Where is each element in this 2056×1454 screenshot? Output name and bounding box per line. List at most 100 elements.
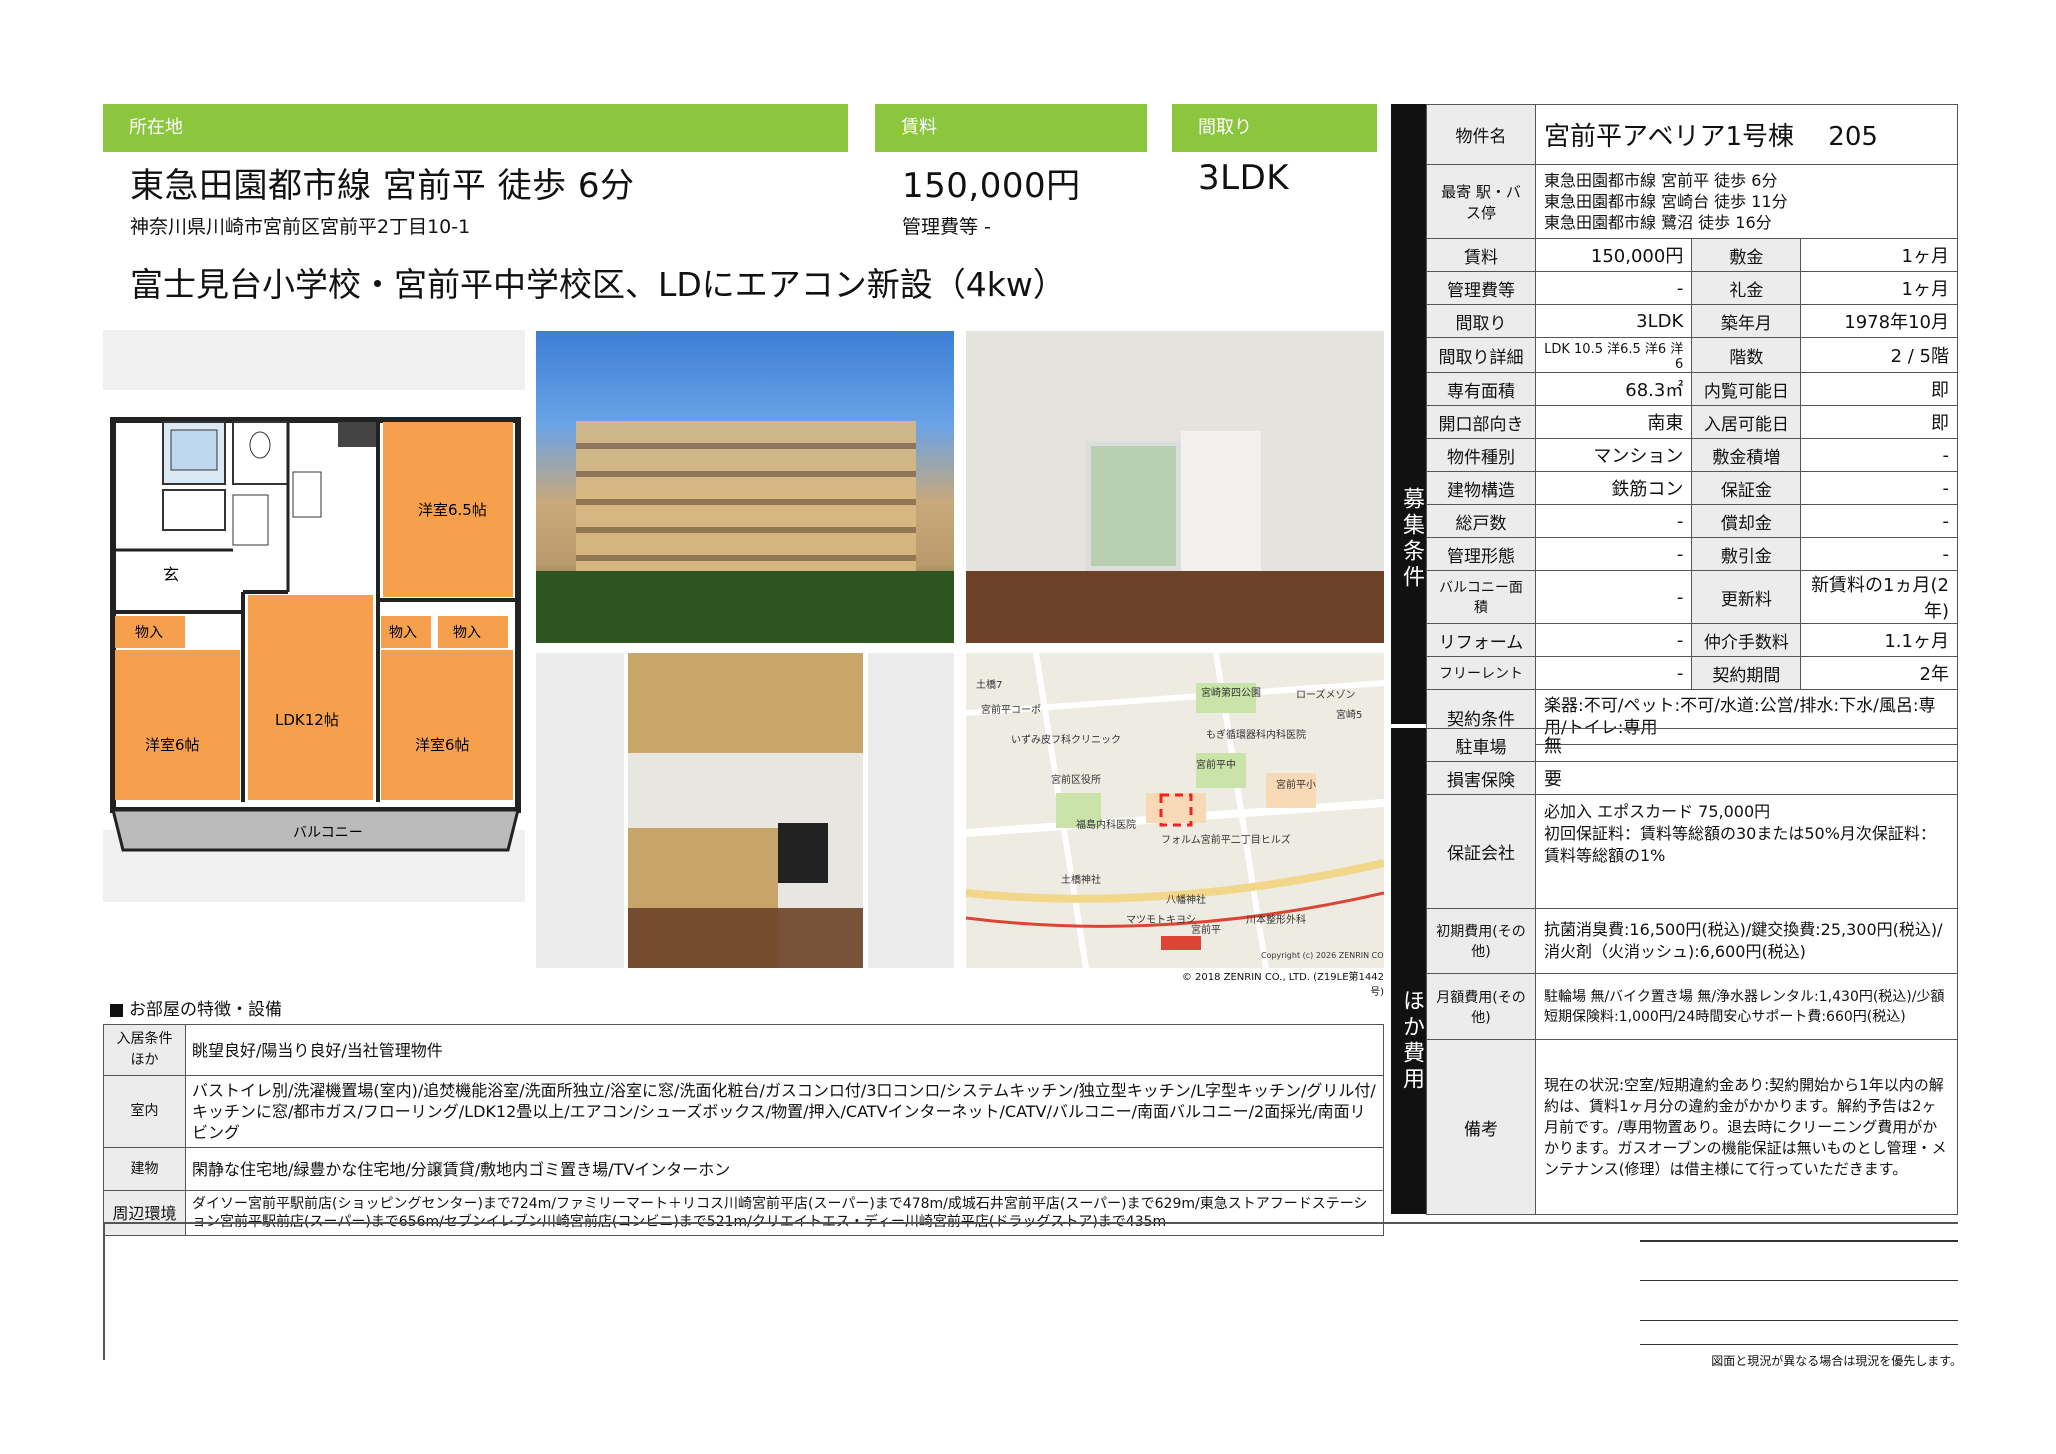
fp-room-4: 物入 — [453, 625, 481, 641]
condition-label: 開口部向き — [1426, 405, 1536, 439]
map-label: ローズメゾン — [1296, 688, 1356, 701]
table-row: 損害保険要 — [1426, 761, 1958, 795]
table-row: フリーレント - 契約期間 2年 — [1426, 656, 1958, 690]
features-value: ダイソー宮前平駅前店(ショッピングセンター)まで724m/ファミリーマート＋リコ… — [185, 1190, 1384, 1236]
fee-value: 必加入 エポスカード 75,000円 初回保証料：賃料等総額の30または50%月… — [1535, 794, 1958, 909]
fp-room-3: 物入 — [389, 625, 417, 641]
map-label: いずみ皮フ科クリニック — [1011, 733, 1121, 746]
fp-room-5: 洋室6帖 — [145, 736, 200, 754]
table-row: 建物 閑静な住宅地/緑豊かな住宅地/分譲賃貸/敷地内ゴミ置き場/TVインターホン — [103, 1147, 1384, 1191]
condition-label: 保証金 — [1691, 471, 1802, 505]
map-label: 宮前平 — [1191, 923, 1221, 936]
condition-label: 敷金 — [1691, 238, 1802, 272]
table-row: バルコニー面積 - 更新料 新賃料の1ヵ月(2年) — [1426, 570, 1958, 624]
condition-value: 1.1ヶ月 — [1800, 623, 1958, 657]
photo-spacer-left — [536, 653, 624, 968]
rent-label: 賃料 — [901, 117, 937, 138]
conditions-table: 物件名 宮前平アベリア1号棟 205 最寄 駅・バス停 東急田園都市線 宮前平 … — [1426, 104, 1958, 745]
stamp-line — [1640, 1320, 1958, 1321]
condition-label: 償却金 — [1691, 504, 1802, 538]
condition-value: マンション — [1534, 438, 1693, 472]
living-room-photo — [966, 331, 1384, 643]
condition-value: 68.3㎡ — [1534, 372, 1693, 406]
fp-room-7: 洋室6帖 — [415, 736, 470, 754]
other-side-label: ほか費用 — [1391, 728, 1426, 1214]
condition-value: - — [1534, 537, 1693, 571]
map-label: フォルム宮前平二丁目ヒルズ — [1161, 833, 1291, 846]
fee-value: 現在の状況:空室/短期違約金あり:契約開始から1年以内の解約は、賃料1ヶ月分の違… — [1535, 1039, 1958, 1215]
condition-value: 1ヶ月 — [1800, 271, 1958, 305]
table-row: 賃料 150,000円 敷金 1ヶ月 — [1426, 238, 1958, 272]
table-row: 初期費用(その他) 抗菌消臭費:16,500円(税込)/鍵交換費:25,300円(… — [1426, 908, 1958, 974]
table-row: 管理形態 - 敷引金 - — [1426, 537, 1958, 571]
fp-room-9: 玄 — [163, 565, 179, 584]
table-row: 最寄 駅・バス停 東急田園都市線 宮前平 徒歩 6分 東急田園都市線 宮崎台 徒… — [1426, 164, 1958, 239]
map-label: 宮前平コーポ — [981, 703, 1041, 716]
fee-value: 抗菌消臭費:16,500円(税込)/鍵交換費:25,300円(税込)/消火剤（火… — [1535, 908, 1958, 974]
address-text: 神奈川県川崎市宮前区宮前平2丁目10-1 — [130, 216, 471, 238]
table-row: 開口部向き 南東 入居可能日即 — [1426, 405, 1958, 439]
condition-value: 150,000円 — [1534, 238, 1693, 272]
table-row: 保証会社 必加入 エポスカード 75,000円 初回保証料：賃料等総額の30または… — [1426, 794, 1958, 909]
features-label: 周辺環境 — [103, 1190, 186, 1236]
features-heading: お部屋の特徴・設備 — [110, 995, 282, 1020]
map-label: もぎ循環器科内科医院 — [1206, 728, 1306, 741]
fee-label: 損害保険 — [1426, 761, 1536, 795]
features-value: 眺望良好/陽当り良好/当社管理物件 — [185, 1024, 1384, 1076]
condition-label: 物件種別 — [1426, 438, 1536, 472]
property-name-label: 物件名 — [1426, 104, 1536, 165]
rent-value: 150,000円 — [902, 166, 1081, 206]
table-row: 室内 バストイレ別/洗濯機置場(室内)/追焚機能浴室/洗面所独立/浴室に窓/洗面化… — [103, 1075, 1384, 1148]
condition-label: 内覧可能日 — [1691, 372, 1802, 406]
condition-label: 築年月 — [1691, 304, 1802, 338]
station-label: 最寄 駅・バス停 — [1426, 164, 1536, 239]
condition-label: 礼金 — [1691, 271, 1802, 305]
fee-label: 月額費用(その他) — [1426, 973, 1536, 1040]
features-value: 閑静な住宅地/緑豊かな住宅地/分譲賃貸/敷地内ゴミ置き場/TVインターホン — [185, 1147, 1384, 1191]
footer-note: 図面と現況が異なる場合は現況を優先します。 — [1711, 1354, 1962, 1368]
conditions-rows: 賃料 150,000円 敷金 1ヶ月 管理費等 - 礼金 1ヶ月 間取り 3LDK 築年月 1978年… — [1426, 238, 1958, 690]
condition-value: 南東 — [1534, 405, 1693, 439]
map-copyright: © 2018 ZENRIN CO., LTD. (Z19LE第1442号) — [1181, 972, 1384, 998]
square-bullet-icon — [110, 1003, 123, 1017]
condition-label: 賃料 — [1426, 238, 1536, 272]
condition-value: 即 — [1800, 405, 1958, 439]
table-row: 総戸数 - 償却金 - — [1426, 504, 1958, 538]
fp-room-8: バルコニー — [293, 825, 363, 841]
stamp-line — [1640, 1344, 1958, 1345]
features-table: 入居条件ほか 眺望良好/陽当り良好/当社管理物件 室内 バストイレ別/洗濯機置場(室… — [103, 1024, 1384, 1236]
area-map[interactable]: 宮崎第四公園 ローズメゾン 宮崎5 土橋7 宮前平コーポ いずみ皮フ科クリニック… — [966, 653, 1384, 968]
map-label: 宮前平小 — [1276, 778, 1316, 791]
bottom-divider — [103, 1222, 1958, 1224]
features-label: 入居条件ほか — [103, 1024, 186, 1076]
condition-value: - — [1534, 271, 1693, 305]
fee-label: 駐車場 — [1426, 728, 1536, 762]
station-item: 東急田園都市線 宮崎台 徒歩 11分 — [1544, 192, 1788, 211]
table-row: 物件種別 マンション 敷金積増 - — [1426, 438, 1958, 472]
stamp-line — [1640, 1240, 1958, 1242]
condition-value: - — [1800, 537, 1958, 571]
conditions-side-label: 募集条件 — [1391, 104, 1426, 724]
condition-label: 敷金積増 — [1691, 438, 1802, 472]
fp-room-2: 物入 — [135, 625, 163, 641]
table-row: 間取り 3LDK 築年月 1978年10月 — [1426, 304, 1958, 338]
map-label: 宮崎第四公園 — [1201, 686, 1261, 699]
map-label: 宮崎5 — [1336, 708, 1362, 721]
map-label: 八幡神社 — [1166, 893, 1206, 906]
fee-label: 保証会社 — [1426, 794, 1536, 909]
fee-label: 備考 — [1426, 1039, 1536, 1215]
table-row: 月額費用(その他) 駐輪場 無/バイク置き場 無/浄水器レンタル:1,430円(税… — [1426, 973, 1958, 1040]
location-label: 所在地 — [129, 117, 183, 138]
fp-room-1: 洋室6.5帖 — [418, 501, 487, 519]
fee-label: 初期費用(その他) — [1426, 908, 1536, 974]
condition-label: 仲介手数料 — [1691, 623, 1802, 657]
station-item: 東急田園都市線 鷺沼 徒歩 16分 — [1544, 213, 1772, 232]
fee-value: 駐輪場 無/バイク置き場 無/浄水器レンタル:1,430円(税込)/少額短期保険… — [1535, 973, 1958, 1040]
stamp-line — [1640, 1280, 1958, 1281]
table-row: 間取り詳細 LDK 10.5 洋6.5 洋6 洋6 階数 2 / 5階 — [1426, 337, 1958, 373]
table-row: 管理費等 - 礼金 1ヶ月 — [1426, 271, 1958, 305]
condition-label: フリーレント — [1426, 656, 1536, 690]
condition-value: 3LDK — [1534, 304, 1693, 338]
fee-value: 要 — [1535, 761, 1958, 795]
catch-copy: 富士見台小学校・宮前平中学校区、LDにエアコン新設（4kw） — [130, 265, 1066, 304]
